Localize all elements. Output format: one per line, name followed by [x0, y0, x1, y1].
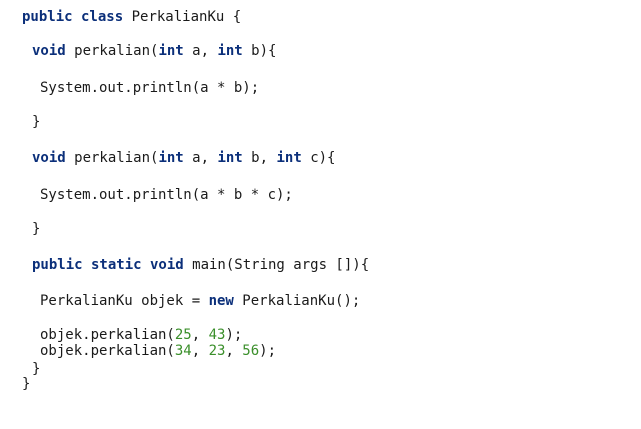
code-keyword: int: [217, 150, 243, 166]
code-text: c){: [301, 150, 336, 166]
code-line: objek.perkalian(34, 23, 56);: [40, 343, 276, 359]
code-text: }: [32, 114, 41, 130]
code-text: main(String args []){: [183, 257, 370, 273]
code-line: }: [32, 361, 40, 377]
code-text: objek.perkalian(: [40, 343, 175, 359]
code-text: );: [225, 327, 243, 343]
code-line: }: [32, 114, 40, 130]
code-keyword: new: [208, 293, 234, 309]
code-snippet: public class PerkalianKu { void perkalia…: [0, 0, 641, 429]
code-text: objek.perkalian(: [40, 327, 175, 343]
code-keyword: int: [158, 43, 184, 59]
code-number: 25: [174, 327, 192, 343]
code-keyword: public static void: [32, 257, 184, 273]
code-line: }: [22, 376, 30, 392]
code-line: void perkalian(int a, int b){: [32, 43, 276, 59]
code-text: );: [259, 343, 277, 359]
code-text: }: [32, 361, 41, 377]
code-text: a,: [183, 150, 218, 166]
code-keyword: int: [276, 150, 302, 166]
code-line: System.out.println(a * b);: [40, 80, 259, 96]
code-number: 23: [208, 343, 226, 359]
code-line: PerkalianKu objek = new PerkalianKu();: [40, 293, 360, 309]
code-line: public static void main(String args []){: [32, 257, 369, 273]
code-text: PerkalianKu objek =: [40, 293, 209, 309]
code-text: b){: [242, 43, 277, 59]
code-text: System.out.println(a * b * c);: [40, 187, 293, 203]
code-text: perkalian(: [65, 150, 159, 166]
code-keyword: void: [32, 43, 66, 59]
code-number: 34: [174, 343, 192, 359]
code-text: PerkalianKu {: [123, 9, 242, 25]
code-text: a,: [183, 43, 218, 59]
code-line: objek.perkalian(25, 43);: [40, 327, 242, 343]
code-number: 43: [208, 327, 226, 343]
code-line: void perkalian(int a, int b, int c){: [32, 150, 335, 166]
code-text: PerkalianKu();: [233, 293, 361, 309]
code-text: perkalian(: [65, 43, 159, 59]
code-text: ,: [225, 343, 243, 359]
code-number: 56: [242, 343, 260, 359]
code-line: }: [32, 221, 40, 237]
code-text: ,: [191, 343, 209, 359]
code-keyword: public class: [22, 9, 124, 25]
code-line: public class PerkalianKu {: [22, 9, 241, 25]
code-keyword: int: [158, 150, 184, 166]
code-text: }: [22, 376, 31, 392]
code-text: System.out.println(a * b);: [40, 80, 260, 96]
code-text: ,: [191, 327, 209, 343]
code-text: b,: [242, 150, 277, 166]
code-text: }: [32, 221, 41, 237]
code-keyword: void: [32, 150, 66, 166]
code-keyword: int: [217, 43, 243, 59]
code-line: System.out.println(a * b * c);: [40, 187, 293, 203]
